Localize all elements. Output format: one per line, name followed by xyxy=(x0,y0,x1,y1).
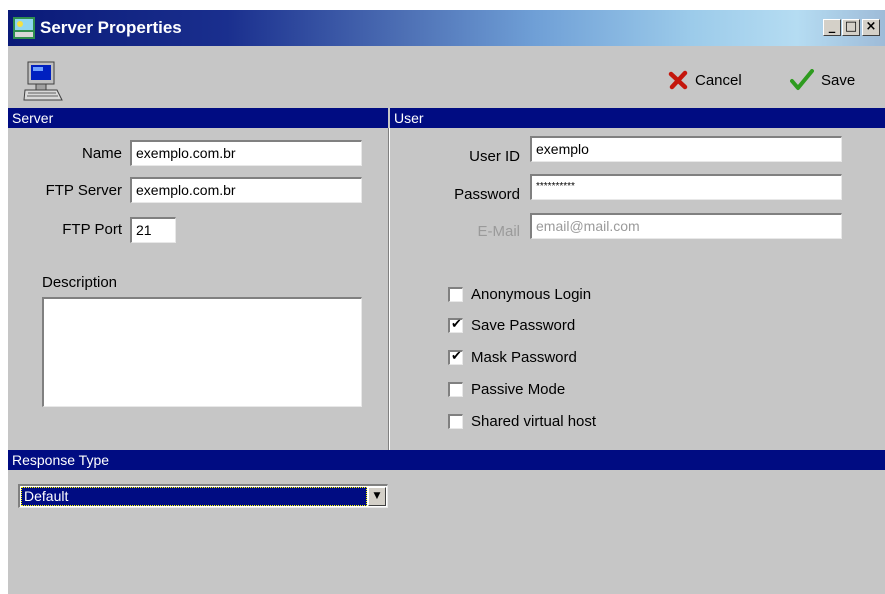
name-field[interactable]: exemplo.com.br xyxy=(130,140,362,166)
checkbox[interactable] xyxy=(448,414,463,429)
ftp-port-field[interactable]: 21 xyxy=(130,217,176,243)
window-title: Server Properties xyxy=(40,18,182,37)
user-section-header: User xyxy=(390,108,885,128)
email-label: E-Mail xyxy=(477,223,520,240)
checkmark-icon xyxy=(790,69,814,90)
x-icon xyxy=(668,70,688,90)
response-type-value: Default xyxy=(21,487,367,506)
checkbox[interactable]: ✔ xyxy=(448,317,463,333)
option-mask-password[interactable]: ✔ Mask Password xyxy=(448,349,577,366)
title-bar[interactable]: Server Properties _ □ × xyxy=(8,10,885,46)
option-save-password[interactable]: ✔ Save Password xyxy=(448,317,575,334)
cancel-label: Cancel xyxy=(695,71,742,89)
description-label: Description xyxy=(42,274,118,291)
password-label: Password xyxy=(454,186,520,203)
option-anonymous-login[interactable]: Anonymous Login xyxy=(448,286,591,303)
ftp-server-label: FTP Server xyxy=(45,182,122,199)
email-field[interactable]: email@mail.com xyxy=(530,213,842,239)
checkbox[interactable]: ✔ xyxy=(448,349,463,365)
description-textarea[interactable] xyxy=(42,297,362,407)
checkbox-label: Shared virtual host xyxy=(471,413,597,430)
checkbox[interactable] xyxy=(448,287,463,302)
checkbox-label: Mask Password xyxy=(471,349,577,366)
checkmark-icon: ✔ xyxy=(451,317,462,332)
cancel-button[interactable]: Cancel xyxy=(668,68,742,92)
user-id-field[interactable]: exemplo xyxy=(530,136,842,162)
ftp-port-label: FTP Port xyxy=(62,221,122,238)
checkbox-label: Anonymous Login xyxy=(471,286,592,303)
name-label: Name xyxy=(81,145,122,162)
checkbox-label: Passive Mode xyxy=(471,381,566,398)
ftp-server-field[interactable]: exemplo.com.br xyxy=(130,177,362,203)
option-shared-virtual-host[interactable]: Shared virtual host xyxy=(448,413,596,430)
minimize-button[interactable]: _ xyxy=(823,19,841,36)
section-divider xyxy=(388,128,390,450)
server-properties-window: Server Properties _ □ × Cancel Save Serv… xyxy=(8,10,885,594)
dropdown-arrow-icon[interactable]: ▼ xyxy=(368,487,386,506)
computer-icon xyxy=(23,61,63,101)
toolbar: Cancel Save xyxy=(8,46,885,108)
close-button[interactable]: × xyxy=(862,19,880,36)
maximize-button[interactable]: □ xyxy=(842,19,860,36)
server-section-header: Server xyxy=(8,108,388,128)
response-type-header: Response Type xyxy=(8,450,885,470)
save-label: Save xyxy=(821,71,856,89)
server-app-icon xyxy=(13,17,35,39)
user-id-label: User ID xyxy=(469,148,520,165)
password-field[interactable]: ********** xyxy=(530,174,842,200)
response-type-select[interactable]: Default ▼ xyxy=(18,484,388,508)
save-button[interactable]: Save xyxy=(790,68,855,92)
option-passive-mode[interactable]: Passive Mode xyxy=(448,381,565,398)
checkbox-label: Save Password xyxy=(471,317,576,334)
checkmark-icon: ✔ xyxy=(451,349,462,364)
checkbox[interactable] xyxy=(448,382,463,397)
